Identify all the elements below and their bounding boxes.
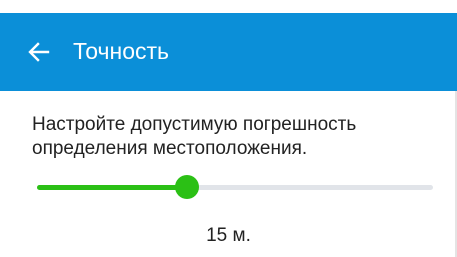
accuracy-slider[interactable] (37, 175, 433, 199)
accuracy-settings-panel: Настройте допустимую погрешность определ… (0, 91, 457, 257)
slider-thumb[interactable] (175, 175, 200, 199)
back-button[interactable] (22, 35, 56, 69)
app-bar: Точность (0, 13, 457, 91)
page-title: Точность (73, 38, 170, 64)
accuracy-description: Настройте допустимую погрешность определ… (32, 114, 357, 159)
slider-fill (37, 185, 188, 190)
arrow-left-icon (28, 41, 50, 63)
status-bar-area (0, 0, 457, 13)
accuracy-value: 15 м. (206, 225, 251, 246)
